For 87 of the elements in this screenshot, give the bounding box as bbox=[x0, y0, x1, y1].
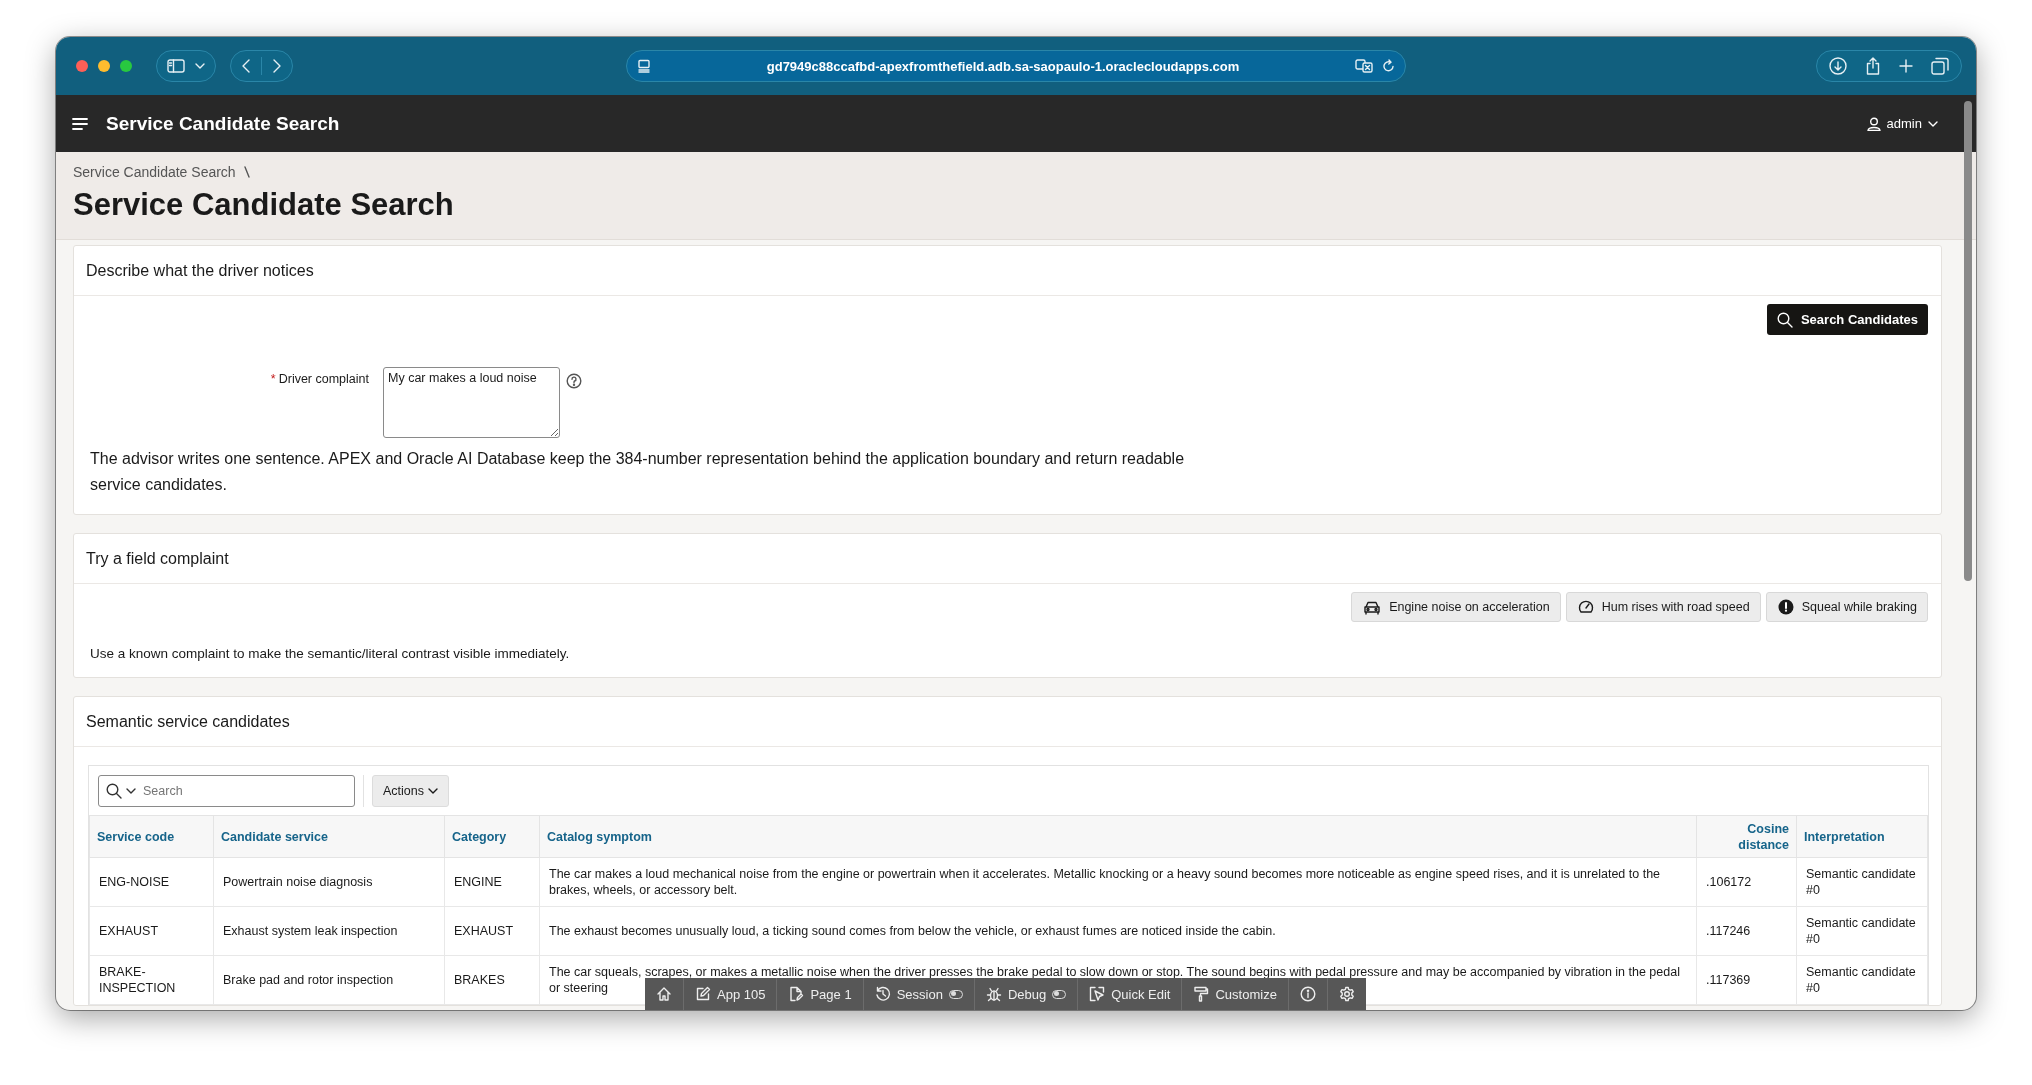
search-candidates-button[interactable]: Search Candidates bbox=[1766, 304, 1928, 335]
region-title: Describe what the driver notices bbox=[86, 261, 314, 280]
table-cell: EXHAUST bbox=[444, 906, 540, 956]
table-cell: The exhaust becomes unusually loud, a ticking sound comes from below the vehicle, or exhaust fumes are noticed inside the cabin. bbox=[539, 906, 1697, 956]
new-tab-icon bbox=[1899, 59, 1913, 73]
bug-icon bbox=[985, 986, 1002, 1002]
address-bar[interactable]: gd7949c88ccafbd-apexfromthefield.adb.sa-saopaulo-1.oraclecloudapps.com bbox=[626, 50, 1406, 82]
table-cell: The car makes a loud mechanical noise from the engine or powertrain when it accelerates. Metallic knocking or a heavy sound becomes more noticeable as engine speed rises, and it is unrelated to the brakes, wheels, or accessory belt. bbox=[539, 857, 1697, 907]
zoom-window-button[interactable] bbox=[120, 60, 132, 72]
home-icon bbox=[656, 986, 672, 1002]
toolbar-button[interactable]: Page 1 bbox=[777, 978, 864, 1010]
table-cell: Semantic candidate #0 bbox=[1796, 857, 1928, 907]
separator-icon bbox=[243, 165, 250, 179]
navigation-buttons[interactable] bbox=[230, 50, 293, 82]
sidebar-button[interactable] bbox=[156, 50, 216, 82]
chevron-down-icon bbox=[126, 787, 136, 794]
site-icon bbox=[637, 59, 651, 73]
column-header[interactable]: Interpretation bbox=[1796, 815, 1928, 858]
table-cell: .106172 bbox=[1696, 857, 1797, 907]
column-header[interactable]: Category bbox=[444, 815, 540, 858]
menu-icon bbox=[72, 117, 88, 130]
edit-icon bbox=[695, 986, 711, 1002]
table-cell: Exhaust system leak inspection bbox=[213, 906, 445, 956]
reload-icon bbox=[1383, 59, 1395, 73]
table-cell: Semantic candidate #0 bbox=[1796, 906, 1928, 956]
chevron-down-icon bbox=[1928, 120, 1938, 127]
user-menu[interactable]: admin bbox=[1866, 116, 1938, 131]
table-cell: BRAKE-INSPECTION bbox=[89, 955, 214, 1005]
table-cell: ENGINE bbox=[444, 857, 540, 907]
forward-icon bbox=[272, 59, 282, 73]
gauge-icon bbox=[1577, 599, 1594, 615]
chevron-down-icon bbox=[428, 787, 438, 794]
search-icon bbox=[1776, 311, 1793, 328]
page-icon bbox=[788, 986, 805, 1002]
paint-roller-icon bbox=[1193, 986, 1210, 1002]
help-button[interactable] bbox=[566, 373, 582, 389]
app-title: Service Candidate Search bbox=[106, 112, 341, 135]
table-cell: EXHAUST bbox=[89, 906, 214, 956]
sidebar-icon bbox=[167, 59, 185, 73]
back-icon bbox=[241, 59, 251, 73]
region-title: Try a field complaint bbox=[86, 549, 229, 568]
table-cell: .117369 bbox=[1696, 955, 1797, 1005]
user-icon bbox=[1866, 116, 1881, 131]
toolbar-button[interactable]: Debug bbox=[974, 978, 1079, 1010]
exclamation-icon bbox=[1777, 599, 1794, 615]
toolbar-button[interactable]: App 105 bbox=[684, 978, 778, 1010]
example-complaint-button[interactable]: Engine noise on acceleration bbox=[1351, 592, 1561, 622]
toolbar-button[interactable]: Session bbox=[863, 978, 975, 1010]
table-cell: .117246 bbox=[1696, 906, 1797, 956]
table-cell: Powertrain noise diagnosis bbox=[213, 857, 445, 907]
table-cell: ENG-NOISE bbox=[89, 857, 214, 907]
translate-icon bbox=[1355, 59, 1373, 73]
table-cell: Semantic candidate #0 bbox=[1796, 955, 1928, 1005]
column-header[interactable]: Candidate service bbox=[213, 815, 445, 858]
chevron-down-icon bbox=[195, 63, 205, 69]
page-title: Service Candidate Search bbox=[73, 186, 455, 224]
cursor-select-icon bbox=[1089, 986, 1106, 1002]
example-complaint-button[interactable]: Squeal while braking bbox=[1765, 592, 1928, 622]
history-icon bbox=[874, 986, 891, 1002]
actions-button[interactable]: Actions bbox=[372, 774, 449, 807]
info-icon bbox=[1299, 986, 1316, 1002]
column-header[interactable]: Service code bbox=[89, 815, 214, 858]
required-mark: * bbox=[270, 372, 276, 386]
search-icon bbox=[106, 782, 122, 799]
column-header[interactable]: Cosine distance bbox=[1696, 815, 1797, 858]
complaint-field[interactable]: My car makes a loud noise bbox=[383, 367, 560, 438]
car-icon bbox=[1363, 599, 1382, 615]
settings-icon bbox=[1338, 986, 1355, 1002]
scrollbar-thumb[interactable] bbox=[1964, 101, 1972, 581]
toolbar-button[interactable]: Customize bbox=[1182, 978, 1289, 1010]
table-cell: BRAKES bbox=[444, 955, 540, 1005]
share-icon bbox=[1865, 57, 1881, 75]
example-complaint-button[interactable]: Hum rises with road speed bbox=[1565, 592, 1761, 622]
tabs-icon bbox=[1931, 57, 1949, 75]
download-icon bbox=[1829, 57, 1847, 75]
breadcrumb-link[interactable]: Service Candidate Search bbox=[73, 164, 236, 180]
minimize-window-button[interactable] bbox=[98, 60, 110, 72]
description-text: The advisor writes one sentence. APEX and Oracle AI Database keep the 384-number representation behind the application boundary and return readable service candidates. bbox=[90, 449, 1186, 495]
hint-text: Use a known complaint to make the semantic/literal contrast visible immediately. bbox=[90, 646, 571, 661]
search-field[interactable]: Search bbox=[98, 774, 355, 807]
field-label: Driver complaint bbox=[278, 372, 369, 386]
column-header[interactable]: Catalog symptom bbox=[539, 815, 1697, 858]
table-cell: Brake pad and rotor inspection bbox=[213, 955, 445, 1005]
region-title: Semantic service candidates bbox=[86, 712, 290, 731]
help-icon bbox=[566, 373, 582, 389]
close-window-button[interactable] bbox=[76, 60, 88, 72]
toolbar-button[interactable]: Quick Edit bbox=[1078, 978, 1183, 1010]
